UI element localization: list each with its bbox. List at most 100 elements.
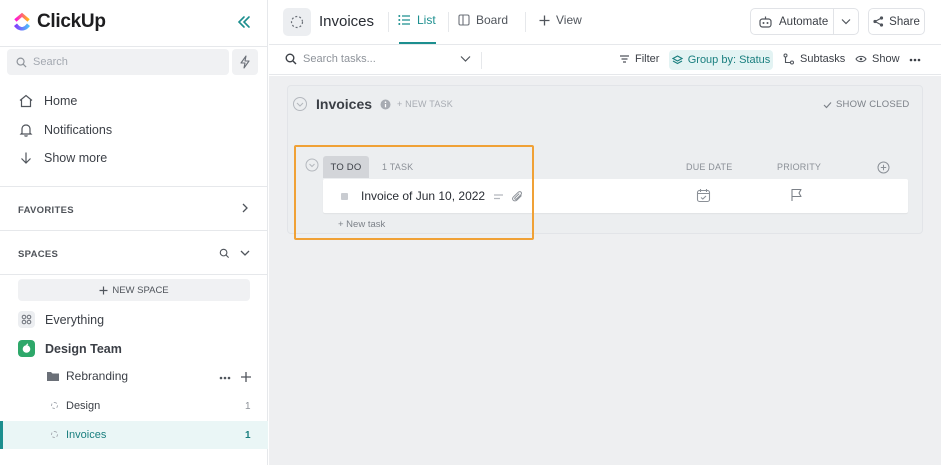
clickup-logo[interactable]: ClickUp bbox=[12, 11, 106, 33]
column-header-due-date[interactable]: DUE DATE bbox=[686, 162, 732, 172]
more-options-icon[interactable] bbox=[909, 58, 921, 62]
sidebar: ClickUp Home Notifications Show more FAV… bbox=[0, 0, 268, 465]
automate-dropdown[interactable] bbox=[834, 18, 858, 25]
everything-item[interactable]: Everything bbox=[18, 311, 104, 328]
add-view-label: View bbox=[556, 13, 582, 27]
task-search[interactable] bbox=[285, 53, 453, 65]
board-view-icon bbox=[458, 14, 470, 26]
header: Invoices List Board View Automate Share bbox=[269, 0, 941, 45]
list-status-icon bbox=[51, 431, 58, 438]
show-button[interactable]: Show bbox=[855, 53, 900, 65]
group-by-button[interactable]: Group by: Status bbox=[669, 50, 773, 70]
task-status-icon[interactable] bbox=[341, 193, 348, 200]
show-closed-button[interactable]: SHOW CLOSED bbox=[823, 99, 909, 110]
list-item-invoices[interactable]: Invoices 1 bbox=[0, 421, 268, 449]
spaces-search-icon[interactable] bbox=[219, 248, 230, 259]
new-task-header-button[interactable]: + NEW TASK bbox=[397, 99, 453, 109]
list-header: Invoices bbox=[292, 96, 391, 112]
tab-list-label: List bbox=[417, 13, 436, 27]
lightning-icon bbox=[240, 55, 250, 69]
clickup-logo-icon bbox=[14, 12, 30, 31]
flag-icon[interactable] bbox=[790, 188, 803, 202]
sidebar-search-input[interactable] bbox=[33, 56, 213, 68]
list-title: Invoices bbox=[316, 96, 373, 112]
double-chevron-left-icon bbox=[237, 16, 250, 28]
group-task-count: 1 TASK bbox=[382, 162, 414, 172]
arrow-down-icon bbox=[21, 152, 31, 164]
plus-icon bbox=[99, 286, 108, 294]
tab-board[interactable]: Board bbox=[458, 13, 508, 27]
group-collapse-icon[interactable] bbox=[305, 158, 319, 172]
list-item-label: Invoices bbox=[66, 429, 107, 441]
divider bbox=[388, 12, 389, 32]
subtasks-button[interactable]: Subtasks bbox=[783, 53, 845, 65]
divider bbox=[448, 12, 449, 32]
calendar-icon[interactable] bbox=[696, 188, 711, 203]
main-content: Invoices + NEW TASK SHOW CLOSED TO DO 1 … bbox=[269, 76, 941, 465]
logo-row: ClickUp bbox=[0, 0, 268, 46]
info-icon[interactable] bbox=[380, 99, 391, 110]
add-view-button[interactable]: View bbox=[539, 13, 582, 27]
command-center-button[interactable] bbox=[232, 49, 258, 75]
add-column-icon[interactable] bbox=[877, 161, 890, 174]
chevron-down-icon[interactable] bbox=[460, 55, 471, 63]
share-icon bbox=[873, 16, 884, 27]
nav-show-more-label: Show more bbox=[44, 151, 108, 165]
subtasks-label: Subtasks bbox=[800, 53, 846, 65]
list-view-icon bbox=[398, 15, 410, 25]
toolbar: Filter Group by: Status Subtasks Show bbox=[269, 46, 941, 75]
space-design-team[interactable]: Design Team bbox=[18, 340, 122, 357]
divider bbox=[0, 274, 268, 275]
task-name[interactable]: Invoice of Jun 10, 2022 bbox=[361, 189, 485, 203]
list-item-design[interactable]: Design 1 bbox=[0, 392, 268, 420]
share-button[interactable]: Share bbox=[868, 8, 925, 35]
divider bbox=[525, 12, 526, 32]
list-item-count: 1 bbox=[245, 429, 251, 441]
nav-home-label: Home bbox=[44, 94, 78, 108]
spaces-header[interactable]: SPACES bbox=[18, 249, 58, 260]
more-dots-icon[interactable] bbox=[219, 376, 231, 380]
robot-icon bbox=[759, 16, 772, 28]
nav-home[interactable]: Home bbox=[18, 91, 77, 111]
chevron-right-icon[interactable] bbox=[240, 202, 250, 214]
column-header-priority[interactable]: PRIORITY bbox=[777, 162, 821, 172]
show-label: Show bbox=[872, 53, 900, 65]
list-status-icon bbox=[51, 402, 58, 409]
collapse-sidebar-button[interactable] bbox=[234, 12, 254, 32]
active-tab-indicator bbox=[399, 42, 436, 44]
filter-button[interactable]: Filter bbox=[619, 53, 659, 65]
folder-rebranding[interactable]: Rebranding bbox=[46, 369, 128, 383]
task-meta bbox=[493, 191, 524, 202]
tab-list[interactable]: List bbox=[398, 13, 436, 27]
tab-board-label: Board bbox=[476, 13, 509, 27]
group-by-label: Group by: Status bbox=[687, 54, 771, 66]
new-space-button[interactable]: NEW SPACE bbox=[18, 279, 250, 301]
nav-notifications-label: Notifications bbox=[44, 123, 113, 137]
chevron-down-icon[interactable] bbox=[239, 248, 251, 259]
show-closed-label: SHOW CLOSED bbox=[836, 99, 910, 110]
bell-icon bbox=[19, 124, 33, 137]
new-task-button[interactable]: + New task bbox=[338, 219, 385, 230]
status-badge[interactable]: TO DO bbox=[323, 156, 369, 178]
search-icon bbox=[16, 57, 27, 68]
list-icon-button[interactable] bbox=[283, 8, 311, 36]
home-icon bbox=[19, 94, 33, 108]
automate-button[interactable]: Automate bbox=[750, 8, 859, 35]
layers-icon bbox=[671, 54, 683, 64]
collapse-circle-icon[interactable] bbox=[292, 96, 308, 112]
automate-main[interactable]: Automate bbox=[751, 9, 834, 34]
description-icon bbox=[494, 193, 503, 199]
plus-icon bbox=[539, 15, 550, 25]
divider bbox=[0, 230, 268, 231]
add-icon[interactable] bbox=[240, 371, 252, 383]
table-row[interactable]: Invoice of Jun 10, 2022 bbox=[323, 179, 908, 213]
automate-label: Automate bbox=[779, 15, 829, 28]
space-name: Design Team bbox=[45, 341, 122, 356]
favorites-header[interactable]: FAVORITES bbox=[18, 205, 74, 216]
sidebar-search[interactable] bbox=[7, 49, 229, 75]
task-search-input[interactable] bbox=[303, 53, 453, 65]
filter-label: Filter bbox=[635, 53, 660, 65]
nav-notifications[interactable]: Notifications bbox=[18, 120, 112, 140]
nav-show-more[interactable]: Show more bbox=[18, 148, 107, 168]
paperclip-icon[interactable] bbox=[512, 191, 524, 202]
